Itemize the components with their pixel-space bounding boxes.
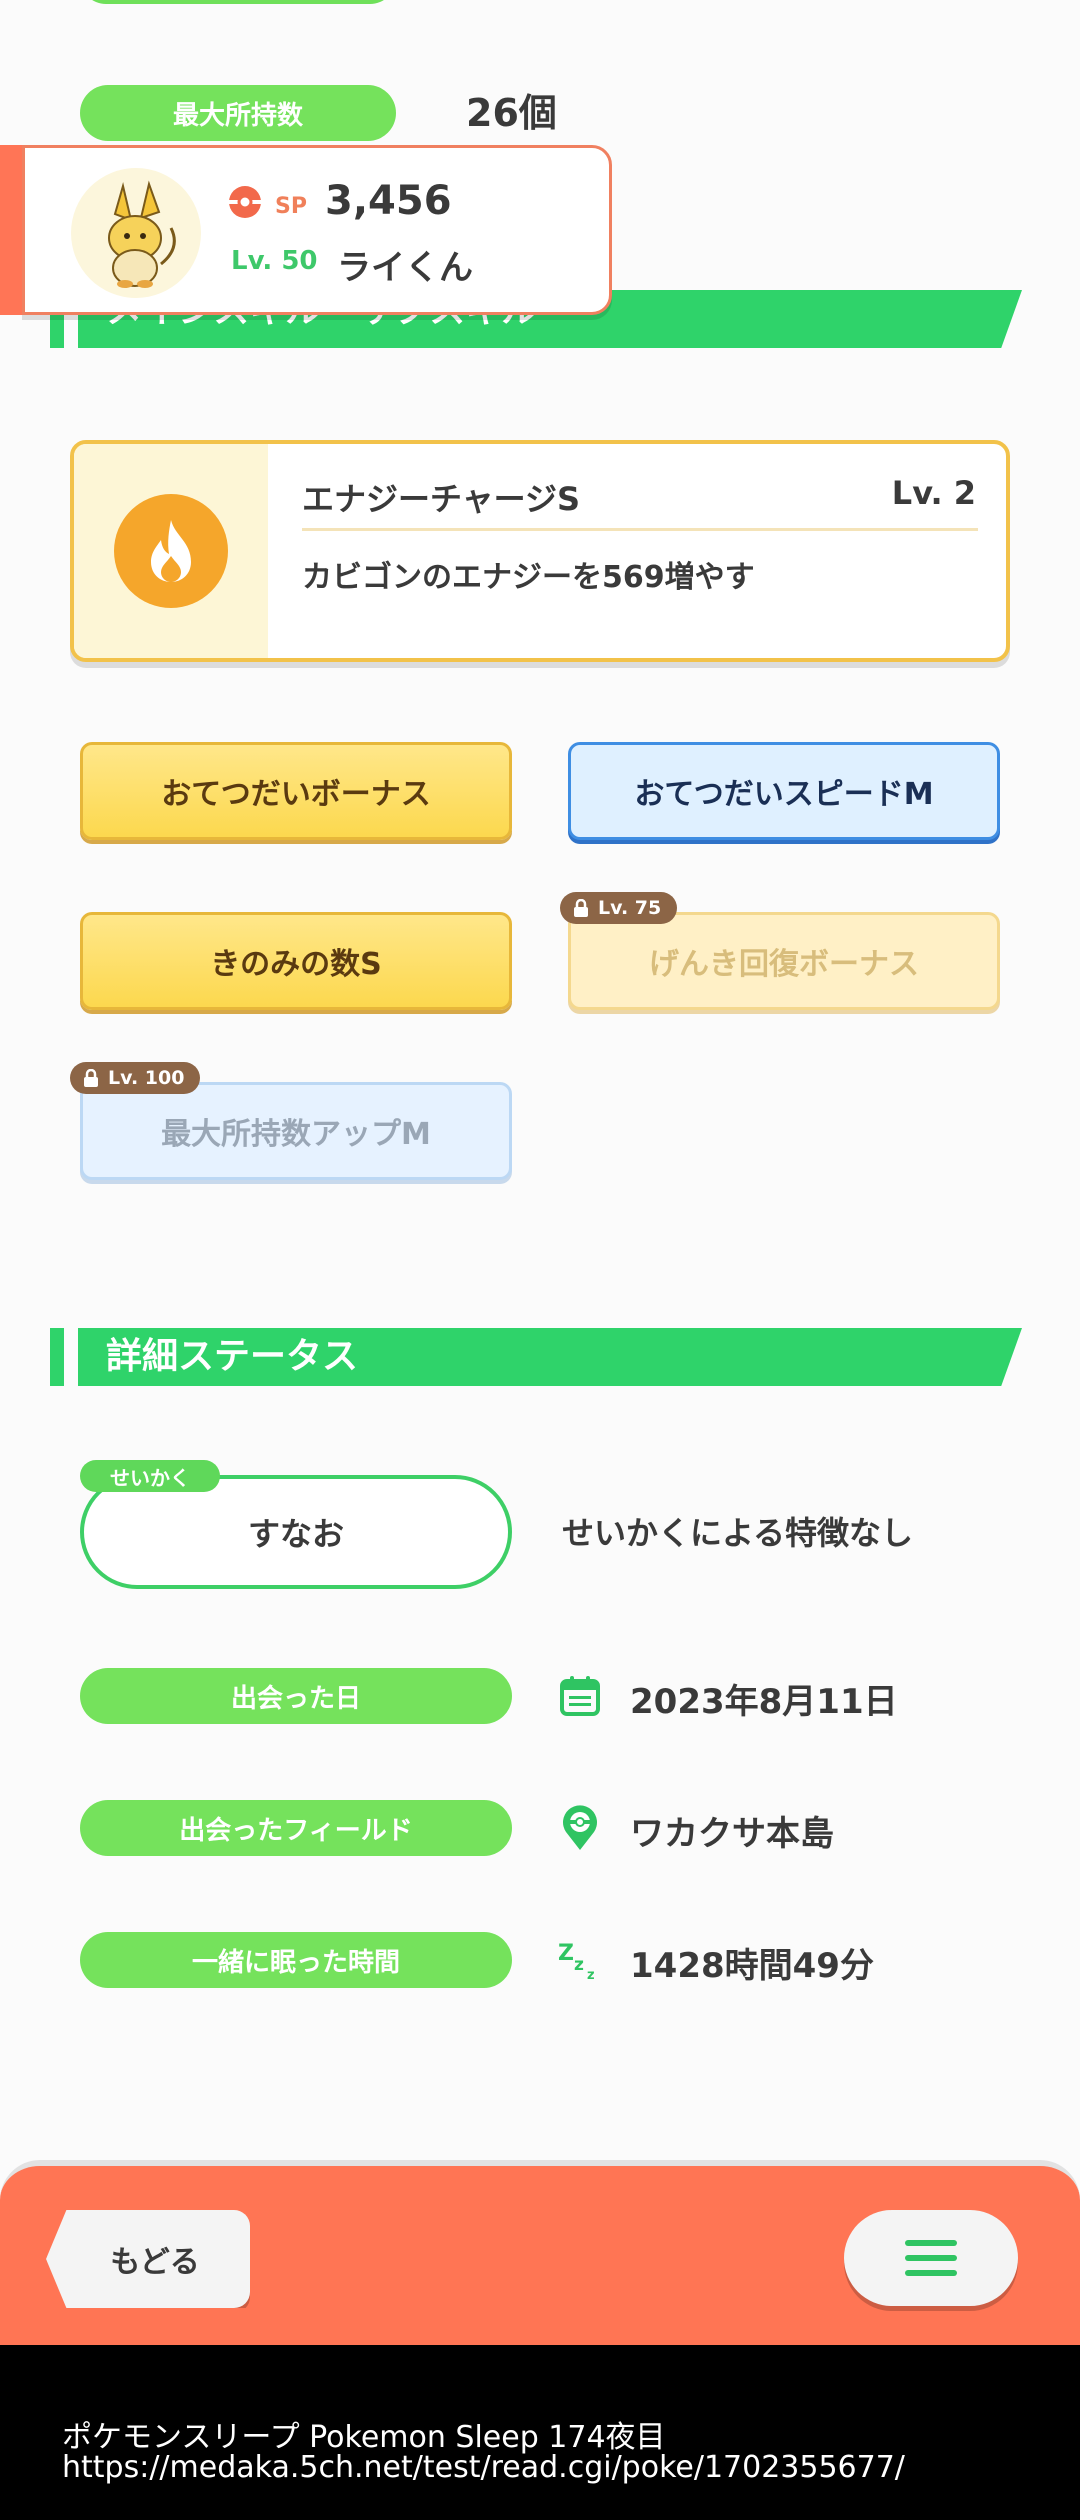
sleep-time-value: 1428時間49分 — [630, 1946, 874, 1986]
hamburger-menu-icon — [905, 2240, 957, 2276]
sub-skill-3[interactable]: きのみの数S — [80, 912, 512, 1010]
footer-thread-url: https://medaka.5ch.net/test/read.cgi/pok… — [62, 2450, 905, 2485]
met-field-label: 出会ったフィールド — [80, 1800, 512, 1856]
skill-divider — [302, 528, 978, 531]
pokeball-icon — [229, 186, 261, 218]
nature-value[interactable]: すなお — [80, 1475, 512, 1589]
fire-icon — [114, 494, 228, 608]
sub-skill-4-locked[interactable]: げんき回復ボーナス — [568, 912, 1000, 1010]
sleep-time-label: 一緒に眠った時間 — [80, 1932, 512, 1988]
met-date-value: 2023年8月11日 — [630, 1682, 898, 1722]
svg-text:z: z — [574, 1955, 584, 1975]
sub-skill-1[interactable]: おてつだいボーナス — [80, 742, 512, 840]
pokemon-summary-card[interactable]: SP 3,456 Lv. 50 ライくん — [22, 145, 612, 315]
met-date-label: 出会った日 — [80, 1668, 512, 1724]
pokemon-name: ライくん — [337, 248, 473, 288]
sp-label: SP — [275, 194, 307, 219]
section-title-details: 詳細ステータス — [106, 1336, 359, 1377]
pokemon-level: Lv. 50 — [231, 246, 318, 276]
menu-button[interactable] — [844, 2210, 1018, 2306]
section-header-details: 詳細ステータス — [50, 1328, 1022, 1386]
pokemon-avatar — [71, 168, 201, 298]
unlock-level-label: Lv. 100 — [108, 1067, 185, 1089]
main-skill-level: Lv. 2 — [891, 474, 976, 512]
svg-text:z: z — [587, 1968, 595, 1982]
location-pin-icon — [556, 1804, 604, 1852]
back-button[interactable]: もどる — [46, 2210, 250, 2308]
max-inventory-label: 最大所持数 — [80, 85, 396, 141]
skill-icon-panel — [74, 444, 268, 658]
nature-tag: せいかく — [80, 1460, 220, 1492]
main-skill-description: カビゴンのエナジーを569増やす — [302, 560, 755, 595]
raichu-image — [108, 180, 176, 288]
sleep-zzz-icon: Z z z — [556, 1936, 604, 1984]
lock-icon — [574, 899, 588, 917]
sp-value: 3,456 — [325, 178, 452, 224]
met-field-value: ワカクサ本島 — [630, 1814, 834, 1854]
nature-description: せいかくによる特徴なし — [562, 1514, 914, 1552]
lock-icon — [84, 1069, 98, 1087]
sub-skill-2[interactable]: おてつだいスピードM — [568, 742, 1000, 840]
max-inventory-value: 26個 — [466, 91, 557, 135]
lock-badge-lv75: Lv. 75 — [560, 892, 678, 924]
svg-text:Z: Z — [558, 1941, 574, 1966]
main-skill-name: エナジーチャージS — [302, 480, 581, 518]
sub-skill-5-locked[interactable]: 最大所持数アップM — [80, 1082, 512, 1180]
main-skill-card[interactable]: エナジーチャージS Lv. 2 カビゴンのエナジーを569増やす — [70, 440, 1010, 662]
unlock-level-label: Lv. 75 — [598, 897, 662, 919]
lock-badge-lv100: Lv. 100 — [70, 1062, 201, 1094]
previous-stat-pill — [80, 0, 396, 4]
calendar-icon — [556, 1672, 604, 1720]
